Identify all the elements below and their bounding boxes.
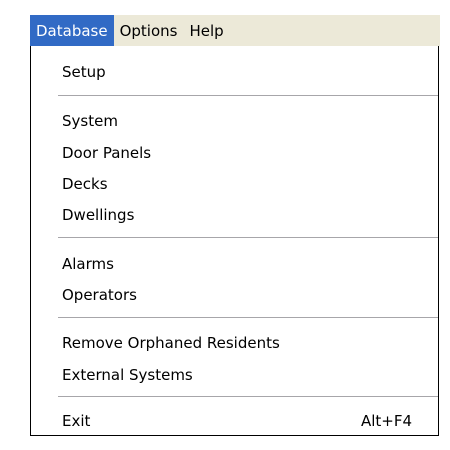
menu-item-label: Dwellings bbox=[62, 206, 135, 224]
menu-separator bbox=[58, 237, 438, 238]
menu-separator bbox=[58, 317, 438, 318]
menu-item-external-systems[interactable]: External Systems bbox=[62, 363, 412, 387]
menu-item-operators[interactable]: Operators bbox=[62, 283, 412, 307]
menu-item-label: External Systems bbox=[62, 366, 193, 384]
menu-item-label: Alarms bbox=[62, 255, 114, 273]
menu-item-system[interactable]: System bbox=[62, 109, 412, 133]
menu-item-setup[interactable]: Setup bbox=[62, 60, 412, 84]
menu-item-label: Remove Orphaned Residents bbox=[62, 334, 280, 352]
menu-item-door-panels[interactable]: Door Panels bbox=[62, 141, 412, 165]
menu-separator bbox=[58, 396, 438, 397]
menu-item-remove-orphaned-residents[interactable]: Remove Orphaned Residents bbox=[62, 331, 412, 355]
menu-database[interactable]: Database bbox=[30, 15, 114, 46]
menu-item-label: Setup bbox=[62, 63, 106, 81]
menu-bar: Database Options Help bbox=[30, 15, 440, 46]
menu-options[interactable]: Options bbox=[114, 15, 184, 46]
menu-item-label: Decks bbox=[62, 175, 108, 193]
menu-item-alarms[interactable]: Alarms bbox=[62, 252, 412, 276]
database-dropdown-menu: Setup System Door Panels Decks Dwellings… bbox=[30, 46, 439, 436]
menu-item-exit[interactable]: Exit Alt+F4 bbox=[62, 409, 412, 433]
menu-item-label: Door Panels bbox=[62, 144, 152, 162]
menu-item-decks[interactable]: Decks bbox=[62, 172, 412, 196]
app-window: Database Options Help Setup System Door … bbox=[0, 0, 450, 450]
menu-separator bbox=[58, 95, 438, 96]
menu-item-label: Exit bbox=[62, 412, 91, 430]
menu-item-label: System bbox=[62, 112, 118, 130]
exit-shortcut: Alt+F4 bbox=[360, 412, 412, 430]
menu-item-dwellings[interactable]: Dwellings bbox=[62, 203, 412, 227]
menu-item-label: Operators bbox=[62, 286, 137, 304]
menu-help[interactable]: Help bbox=[183, 15, 229, 46]
